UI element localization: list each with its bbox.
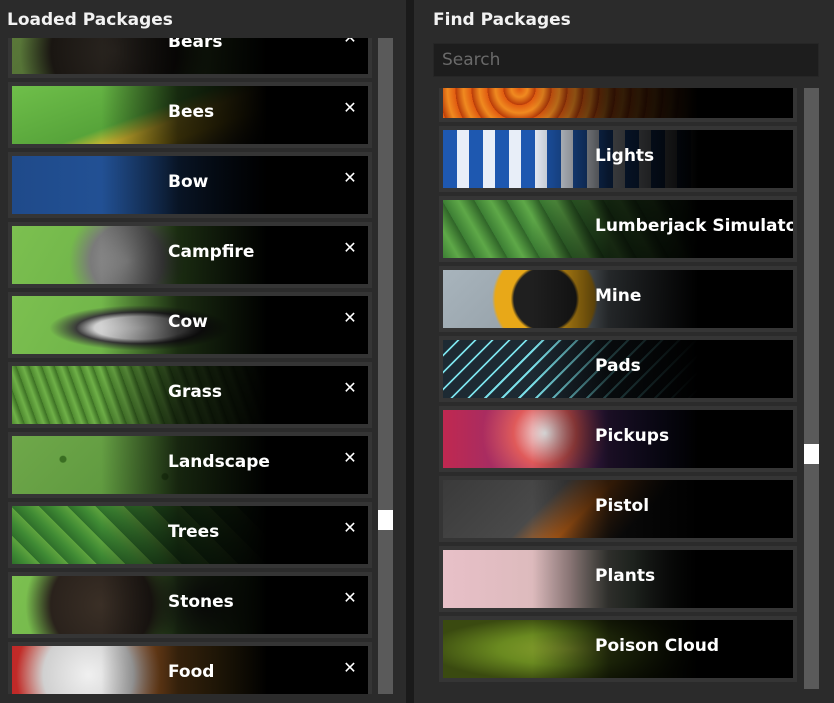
package-thumbnail [443,88,698,118]
find-packages-scroll-thumb[interactable] [804,444,819,464]
remove-package-icon[interactable]: ✕ [342,170,358,186]
search-input[interactable] [434,44,818,76]
remove-package-icon[interactable]: ✕ [342,660,358,676]
package-label: Poison Cloud [595,636,720,656]
package-item[interactable]: Pads [439,336,797,402]
package-item[interactable]: Bees ✕ [8,82,372,148]
package-label: Stones [168,592,234,612]
package-card[interactable]: Lumberjack Simulato [443,200,793,258]
package-item[interactable]: Pickups [439,406,797,472]
package-item[interactable]: Mine [439,266,797,332]
find-packages-panel: Find Packages Lights Lumberjack Simulato M… [414,0,834,703]
package-card[interactable]: Pads [443,340,793,398]
package-card[interactable]: Landscape ✕ [12,436,368,494]
package-label: Trees [168,522,220,542]
package-label: Grass [168,382,223,402]
package-card[interactable]: Poison Cloud [443,620,793,678]
package-label: Food [168,662,215,682]
package-item[interactable]: Poison Cloud [439,616,797,682]
package-card[interactable]: Bow ✕ [12,156,368,214]
package-label: Pistol [595,496,650,516]
package-card[interactable]: Plants [443,550,793,608]
package-label: Pickups [595,426,670,446]
package-thumbnail [12,296,267,354]
package-card[interactable]: Bees ✕ [12,86,368,144]
package-label: Mine [595,286,642,306]
package-thumbnail [443,480,698,538]
package-thumbnail [12,366,267,424]
package-item[interactable]: Pistol [439,476,797,542]
package-label: Campfire [168,242,255,262]
remove-package-icon[interactable]: ✕ [342,590,358,606]
remove-package-icon[interactable]: ✕ [342,240,358,256]
package-thumbnail [12,506,267,564]
package-item[interactable] [439,88,797,122]
package-thumbnail [443,130,698,188]
package-item[interactable]: Bow ✕ [8,152,372,218]
package-card[interactable]: Pickups [443,410,793,468]
package-card[interactable]: Food ✕ [12,646,368,694]
package-item[interactable]: Trees ✕ [8,502,372,568]
package-card[interactable]: Stones ✕ [12,576,368,634]
package-item[interactable]: Lights [439,126,797,192]
remove-package-icon[interactable]: ✕ [342,310,358,326]
package-thumbnail [12,646,267,694]
package-thumbnail [443,340,698,398]
package-item[interactable]: Cow ✕ [8,292,372,358]
find-packages-title: Find Packages [433,10,571,30]
package-card[interactable]: Campfire ✕ [12,226,368,284]
loaded-packages-title: Loaded Packages [7,10,173,30]
package-label: Pads [595,356,641,376]
package-card[interactable]: Cow ✕ [12,296,368,354]
package-label: Landscape [168,452,270,472]
loaded-packages-list[interactable]: Bears✕Bees✕Bow✕Campfire✕Cow✕Grass✕Landsc… [8,38,372,694]
package-item[interactable]: Lumberjack Simulato [439,196,797,262]
package-item[interactable]: Stones ✕ [8,572,372,638]
package-thumbnail [12,86,267,144]
find-packages-list[interactable]: Lights Lumberjack Simulato Mine Pads Pickups… [439,88,797,689]
package-card[interactable]: Mine [443,270,793,328]
remove-package-icon[interactable]: ✕ [342,100,358,116]
package-label: Lights [595,146,655,166]
package-card[interactable]: Trees ✕ [12,506,368,564]
search-box[interactable] [433,43,819,77]
package-label: Bees [168,102,215,122]
package-item[interactable]: Landscape ✕ [8,432,372,498]
find-packages-scrollbar[interactable] [804,88,819,689]
package-label: Bears [168,38,223,52]
panel-divider [406,0,414,703]
package-label: Cow [168,312,208,332]
package-label: Lumberjack Simulato [595,216,793,236]
remove-package-icon[interactable]: ✕ [342,380,358,396]
package-item[interactable]: Campfire ✕ [8,222,372,288]
package-card[interactable]: Bears ✕ [12,38,368,74]
package-card[interactable]: Lights [443,130,793,188]
package-label: Bow [168,172,209,192]
loaded-packages-scrollbar[interactable] [378,38,393,694]
package-item[interactable]: Plants [439,546,797,612]
package-item[interactable]: Bears ✕ [8,38,372,78]
package-card[interactable]: Pistol [443,480,793,538]
remove-package-icon[interactable]: ✕ [342,38,358,46]
package-item[interactable]: Grass ✕ [8,362,372,428]
loaded-packages-panel: Loaded Packages Bears ✕ Bees ✕ Bow ✕ Campfire ✕… [0,0,406,703]
package-thumbnail [12,38,267,74]
package-card[interactable]: Grass ✕ [12,366,368,424]
remove-package-icon[interactable]: ✕ [342,520,358,536]
package-thumbnail [12,156,267,214]
remove-package-icon[interactable]: ✕ [342,450,358,466]
package-card[interactable] [443,88,793,118]
package-label: Plants [595,566,656,586]
package-item[interactable]: Food ✕ [8,642,372,694]
package-thumbnail [443,270,698,328]
loaded-packages-scroll-thumb[interactable] [378,510,393,530]
package-thumbnail [443,550,698,608]
